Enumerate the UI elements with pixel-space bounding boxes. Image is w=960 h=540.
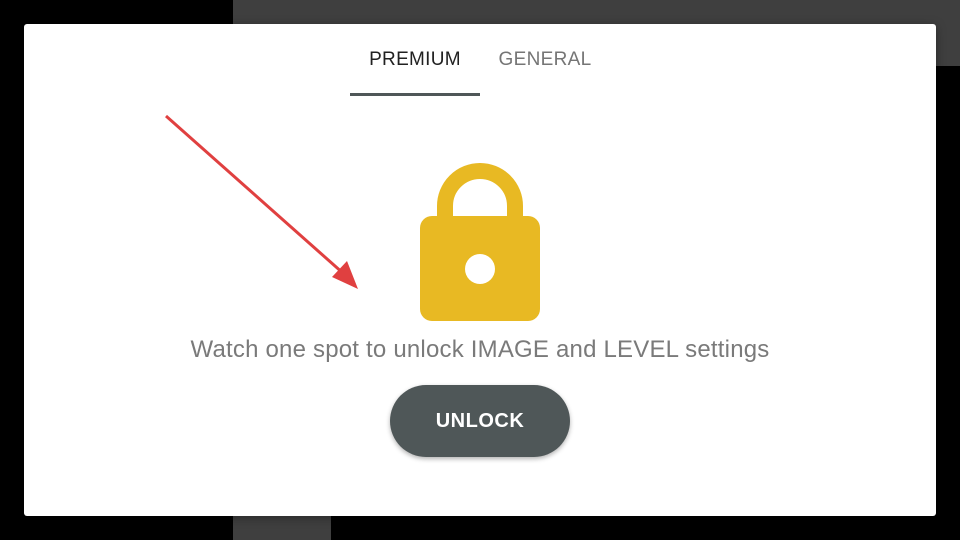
- unlock-message: Watch one spot to unlock IMAGE and LEVEL…: [190, 336, 770, 363]
- tab-bar: PREMIUM GENERAL: [24, 24, 936, 96]
- tab-premium[interactable]: PREMIUM: [350, 24, 480, 96]
- unlock-button[interactable]: UNLOCK: [390, 385, 570, 457]
- tab-active-indicator: [350, 93, 480, 96]
- tab-general[interactable]: GENERAL: [480, 24, 610, 96]
- premium-dialog: PREMIUM GENERAL Watch one spot to unlock…: [24, 24, 936, 516]
- lock-icon: [420, 163, 540, 321]
